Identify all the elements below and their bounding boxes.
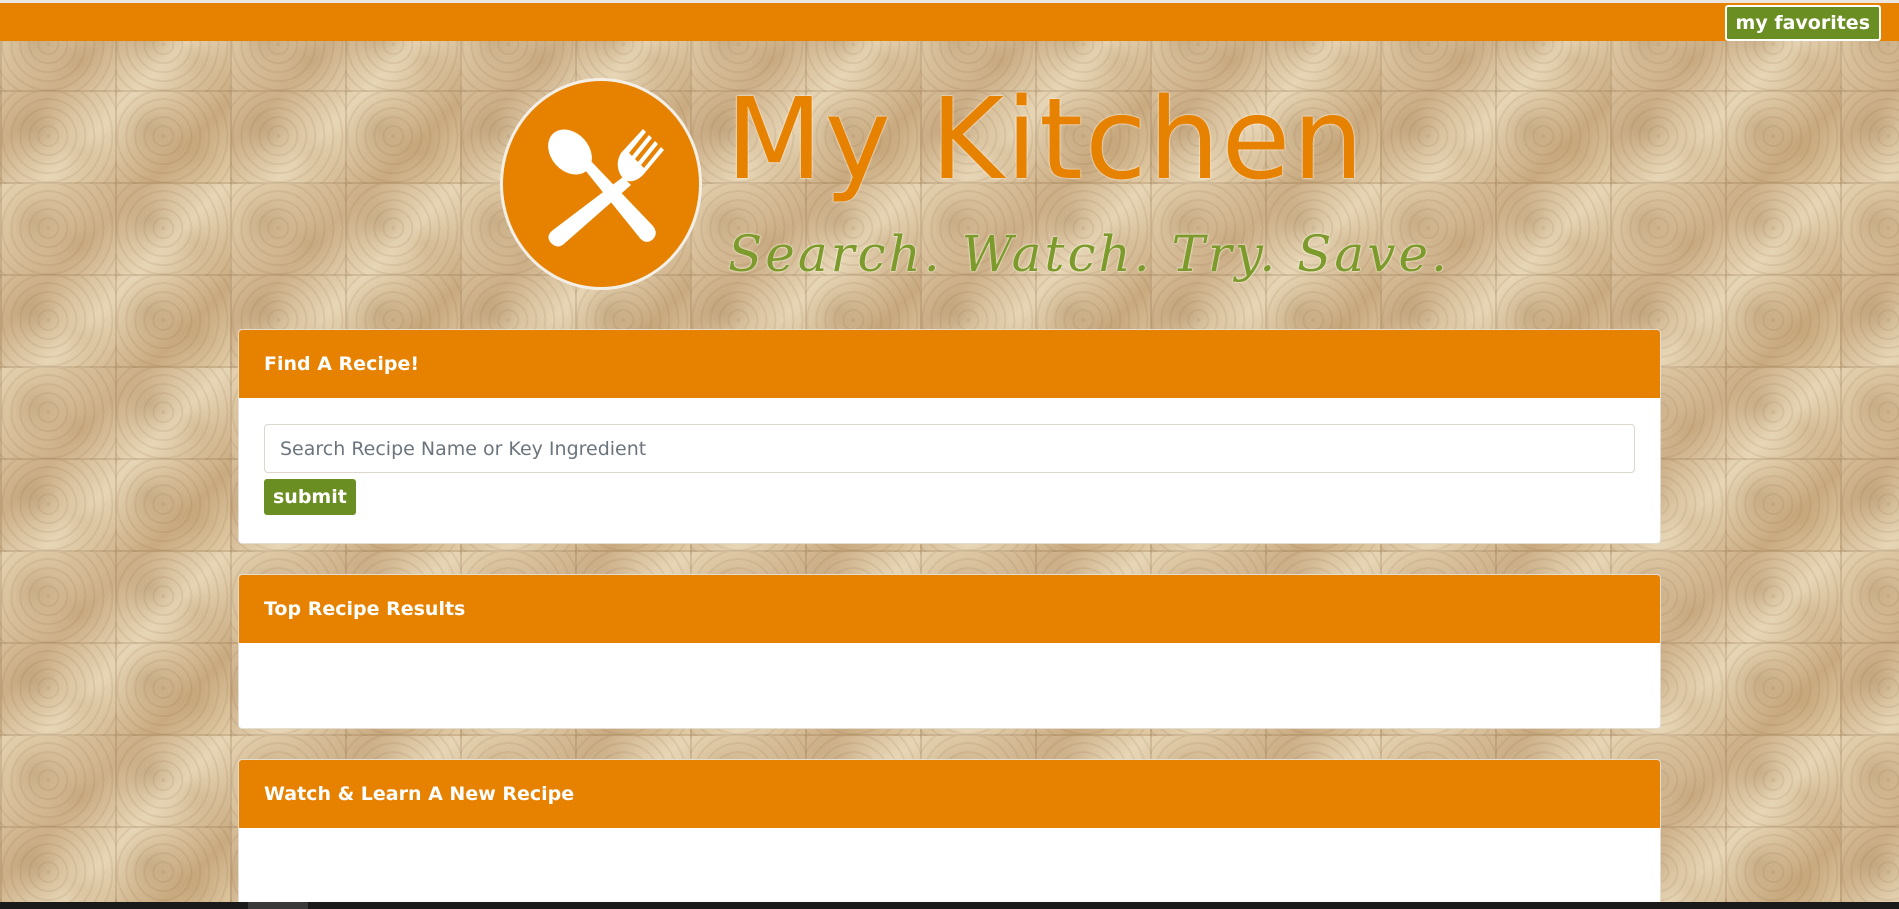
window-bottom-edge-mark: [248, 902, 308, 909]
top-recipe-results-heading: Top Recipe Results: [239, 575, 1660, 643]
watch-and-learn-body: [239, 828, 1660, 854]
watch-and-learn-panel: Watch & Learn A New Recipe: [238, 759, 1661, 909]
find-recipe-heading: Find A Recipe!: [239, 330, 1660, 398]
my-favorites-button[interactable]: my favorites: [1724, 5, 1881, 41]
logo: [500, 78, 702, 290]
top-recipe-results-panel: Top Recipe Results: [238, 574, 1661, 729]
brand-header: My Kitchen Search. Watch. Try. Save.: [500, 78, 1447, 298]
brand-title: My Kitchen: [726, 75, 1366, 205]
spoon-and-fork-icon: [548, 129, 664, 247]
recipe-search-input[interactable]: [264, 424, 1635, 473]
find-recipe-body: submit: [239, 398, 1660, 515]
brand-tagline: Search. Watch. Try. Save.: [728, 225, 1450, 283]
top-recipe-results-body: [239, 643, 1660, 669]
watch-and-learn-heading: Watch & Learn A New Recipe: [239, 760, 1660, 828]
submit-button[interactable]: submit: [264, 479, 356, 515]
find-recipe-panel: Find A Recipe! submit: [238, 329, 1661, 544]
top-navbar: my favorites: [0, 0, 1899, 41]
